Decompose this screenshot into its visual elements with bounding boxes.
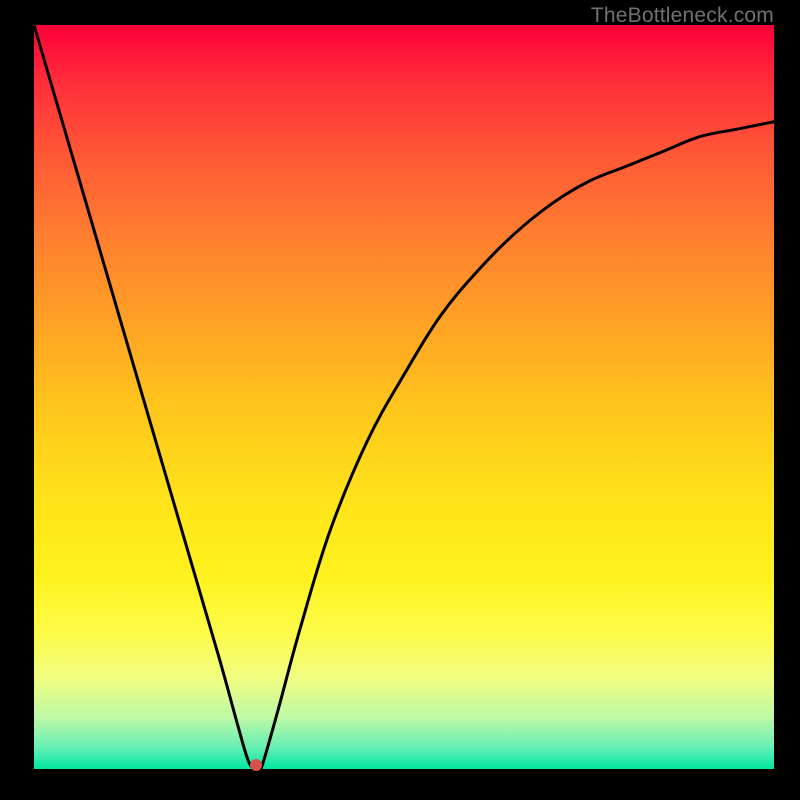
optimal-point-marker xyxy=(250,759,262,771)
bottleneck-curve xyxy=(34,25,774,769)
plot-area xyxy=(34,25,774,769)
chart-frame: TheBottleneck.com xyxy=(0,0,800,800)
curve-svg xyxy=(34,25,774,769)
